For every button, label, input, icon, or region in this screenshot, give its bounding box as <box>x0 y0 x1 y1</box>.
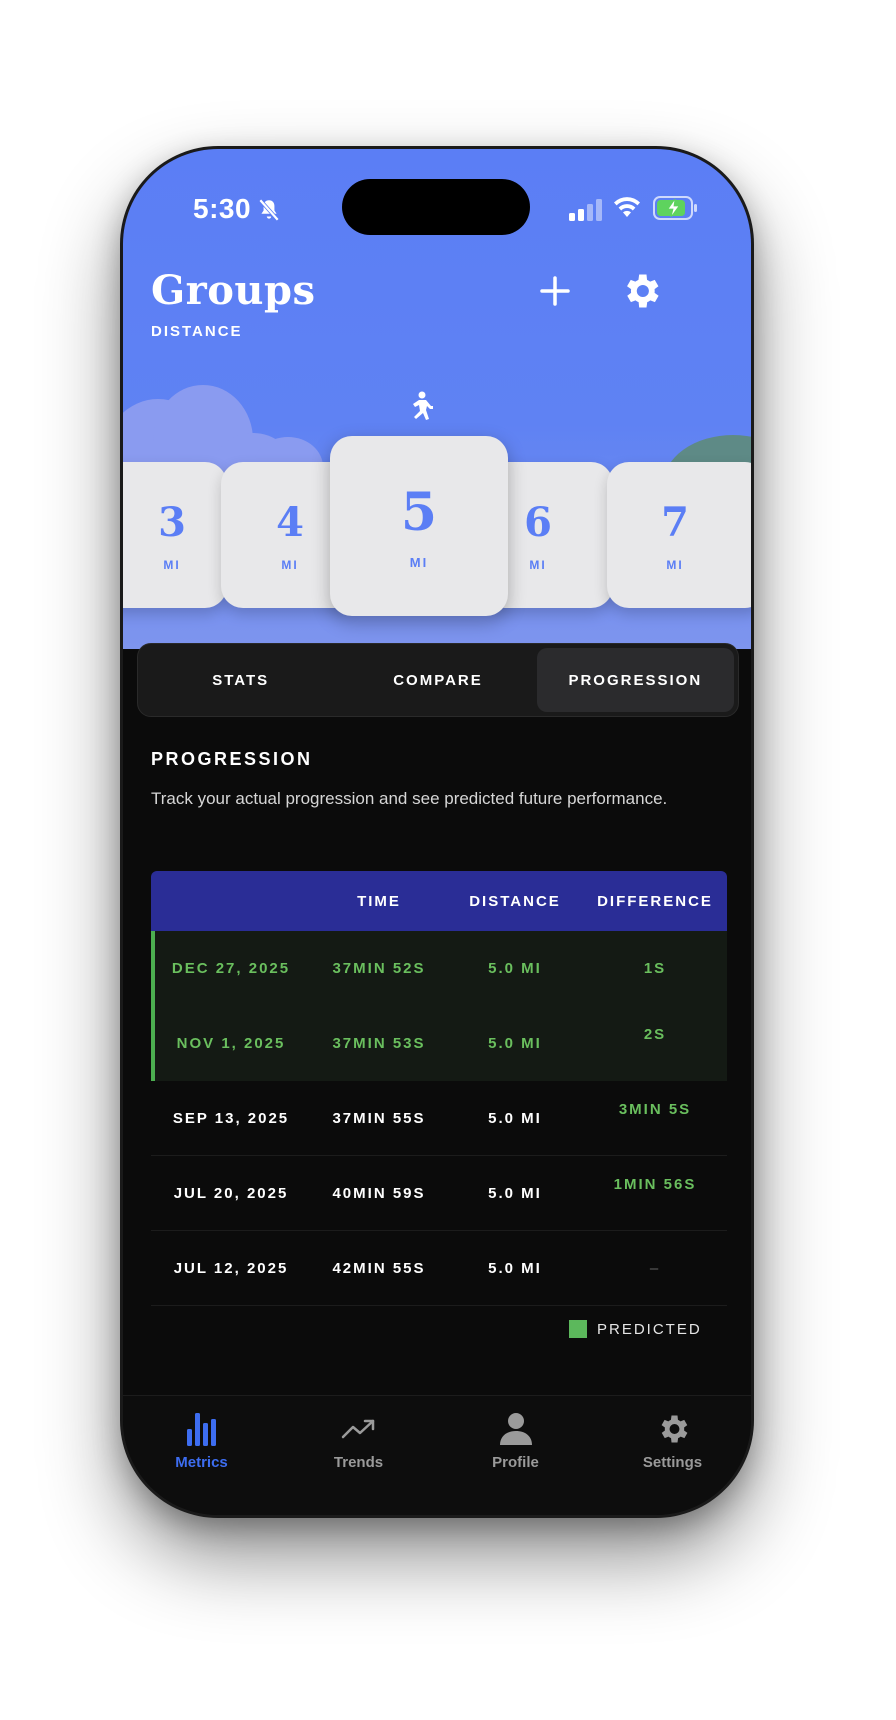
distance-value: 3 <box>158 498 186 546</box>
tab-trends[interactable]: Trends <box>280 1396 437 1515</box>
dynamic-island <box>342 179 530 235</box>
cell-time: 37MIN 53S <box>332 1035 426 1052</box>
predicted-legend: PREDICTED <box>569 1320 702 1338</box>
section-title: PROGRESSION <box>151 749 313 769</box>
tab-progression[interactable]: PROGRESSION <box>536 648 734 712</box>
legend-swatch <box>569 1320 587 1338</box>
cell-difference: – <box>649 1259 661 1277</box>
cell-date: DEC 27, 2025 <box>171 960 291 977</box>
cell-difference: 3MIN 5S <box>618 1101 692 1118</box>
tab-label: Settings <box>642 1454 703 1471</box>
cell-time: 42MIN 55S <box>332 1259 426 1277</box>
view-segmented-control: STATS COMPARE PROGRESSION <box>137 643 739 717</box>
gear-icon <box>627 274 659 308</box>
cell-time: 37MIN 55S <box>332 1109 426 1127</box>
tab-stats[interactable]: STATS <box>142 648 339 712</box>
column-header-difference: DIFFERENCE <box>597 892 713 910</box>
running-person-icon <box>413 391 433 420</box>
distance-card-3[interactable]: 3 MI <box>123 462 227 608</box>
app-screen: 5:30 Groups DISTANCE 3 MI 4 MI 6 MI 7 MI… <box>123 149 751 1515</box>
gear-icon <box>654 1410 692 1448</box>
cell-date: SEP 13, 2025 <box>172 1109 290 1127</box>
tab-settings[interactable]: Settings <box>594 1396 751 1515</box>
distance-card-7[interactable]: 7 MI <box>607 462 751 608</box>
legend-label: PREDICTED <box>597 1320 702 1338</box>
wifi-icon <box>614 197 640 217</box>
cell-date: NOV 1, 2025 <box>176 1035 286 1052</box>
table-row: JUL 20, 2025 40MIN 59S 5.0 MI 1MIN 56S <box>151 1156 727 1231</box>
cell-distance: 5.0 MI <box>488 1259 542 1277</box>
plus-icon <box>540 276 570 306</box>
cell-distance: 5.0 MI <box>488 1035 542 1052</box>
page-title: Groups <box>151 267 316 314</box>
cell-time: 40MIN 59S <box>332 1184 426 1202</box>
section-description: Track your actual progression and see pr… <box>151 789 668 808</box>
distance-value: 7 <box>661 498 689 546</box>
bell-muted-icon <box>258 198 280 222</box>
table-row-predicted: DEC 27, 2025 37MIN 52S 5.0 MI 1S <box>151 931 727 1006</box>
column-header-distance: DISTANCE <box>469 892 561 910</box>
tab-compare[interactable]: COMPARE <box>339 648 536 712</box>
tab-metrics[interactable]: Metrics <box>123 1396 280 1515</box>
phone-frame: 5:30 Groups DISTANCE 3 MI 4 MI 6 MI 7 MI… <box>120 146 754 1518</box>
cell-distance: 5.0 MI <box>488 1184 542 1202</box>
table-row-predicted: NOV 1, 2025 37MIN 53S 5.0 MI 2S <box>151 1006 727 1081</box>
settings-button[interactable] <box>619 269 663 313</box>
cell-date: JUL 20, 2025 <box>173 1184 289 1202</box>
status-time: 5:30 <box>193 193 252 224</box>
table-row: JUL 12, 2025 42MIN 55S 5.0 MI – <box>151 1231 727 1306</box>
cell-distance: 5.0 MI <box>488 960 542 977</box>
distance-unit: MI <box>409 555 429 570</box>
battery-charging-icon <box>653 196 697 220</box>
progression-table: TIME DISTANCE DIFFERENCE DEC 27, 2025 37… <box>151 871 727 1306</box>
add-button[interactable] <box>533 269 577 313</box>
tab-profile[interactable]: Profile <box>437 1396 594 1515</box>
cell-difference: 2S <box>643 1026 667 1043</box>
cell-time: 37MIN 52S <box>332 960 426 977</box>
cell-difference: 1MIN 56S <box>613 1176 697 1193</box>
distance-unit: MI <box>163 557 181 572</box>
cell-date: JUL 12, 2025 <box>173 1259 289 1277</box>
distance-card-5-selected[interactable]: 5 MI <box>330 436 508 616</box>
distance-value: 4 <box>276 498 304 546</box>
distance-value: 6 <box>524 498 552 546</box>
cell-difference: 1S <box>643 960 667 977</box>
page-subtitle: DISTANCE <box>151 323 243 340</box>
table-row: SEP 13, 2025 37MIN 55S 5.0 MI 3MIN 5S <box>151 1081 727 1156</box>
column-header-time: TIME <box>357 892 401 910</box>
status-bar: 5:30 <box>123 149 751 259</box>
person-icon <box>497 1410 535 1448</box>
distance-unit: MI <box>666 557 684 572</box>
tab-label: Trends <box>333 1454 384 1471</box>
distance-unit: MI <box>281 557 299 572</box>
bottom-tab-bar: Metrics Trends Profile Settings <box>123 1395 751 1515</box>
tab-label: Profile <box>492 1454 539 1471</box>
distance-value: 5 <box>400 482 438 543</box>
cellular-signal-icon <box>569 199 602 221</box>
distance-unit: MI <box>529 557 547 572</box>
trend-up-icon <box>340 1410 378 1448</box>
tab-label: Metrics <box>175 1454 228 1471</box>
bar-chart-icon <box>183 1410 221 1448</box>
cell-distance: 5.0 MI <box>488 1109 542 1127</box>
table-header: TIME DISTANCE DIFFERENCE <box>151 871 727 931</box>
